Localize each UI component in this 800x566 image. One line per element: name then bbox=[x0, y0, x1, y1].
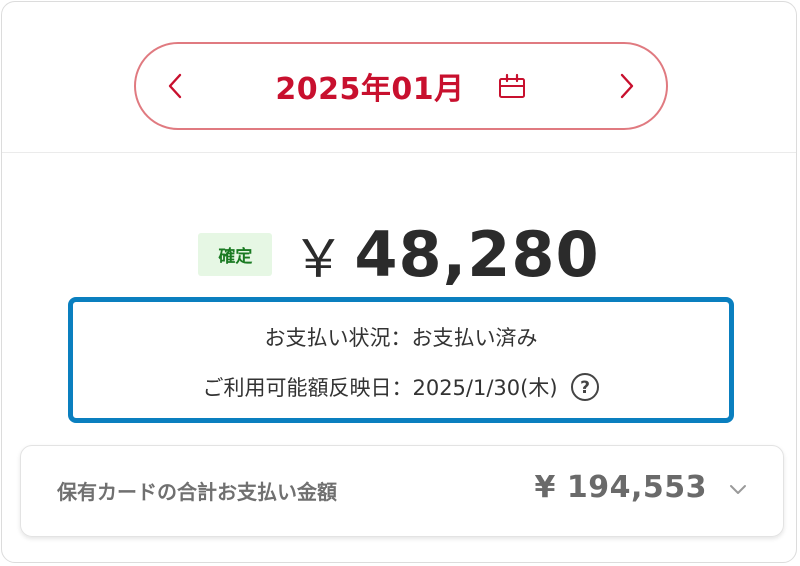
svg-text:?: ? bbox=[580, 378, 590, 398]
payment-card: 2025年01月 確定 ￥ 48,280 お支払い状況：お支払い済み ご利用可能… bbox=[1, 1, 797, 563]
chevron-down-icon bbox=[730, 485, 746, 494]
month-label: 2025年01月 bbox=[275, 72, 465, 107]
next-month-button[interactable] bbox=[592, 44, 662, 128]
month-picker-button[interactable]: 2025年01月 bbox=[275, 64, 526, 108]
payment-status-text: お支払い状況：お支払い済み bbox=[264, 326, 538, 350]
calendar-icon bbox=[498, 73, 525, 98]
prev-month-button[interactable] bbox=[140, 44, 210, 128]
available-date-row: ご利用可能額反映日：2025/1/30(木) ? bbox=[73, 372, 729, 402]
total-payment-amount: ¥ 194,553 bbox=[534, 470, 707, 505]
payment-amount: 48,280 bbox=[354, 217, 600, 291]
section-divider bbox=[2, 152, 796, 153]
total-payment-label: 保有カードの合計お支払い金額 bbox=[57, 480, 337, 504]
available-date-text: ご利用可能額反映日：2025/1/30(木) bbox=[202, 376, 558, 400]
chevron-left-icon bbox=[168, 73, 182, 99]
confirmed-badge: 確定 bbox=[198, 232, 273, 276]
chevron-right-icon bbox=[620, 73, 634, 99]
expand-button[interactable] bbox=[729, 484, 747, 496]
currency-symbol: ￥ bbox=[292, 229, 345, 290]
total-payment-card[interactable]: 保有カードの合計お支払い金額 ¥ 194,553 bbox=[20, 445, 784, 537]
month-selector: 2025年01月 bbox=[134, 42, 668, 130]
payment-amount-row: 確定 ￥ 48,280 bbox=[2, 214, 796, 294]
question-circle-icon: ? bbox=[570, 373, 599, 401]
payment-status-box: お支払い状況：お支払い済み ご利用可能額反映日：2025/1/30(木) ? bbox=[68, 297, 734, 423]
help-button[interactable]: ? bbox=[570, 372, 600, 402]
